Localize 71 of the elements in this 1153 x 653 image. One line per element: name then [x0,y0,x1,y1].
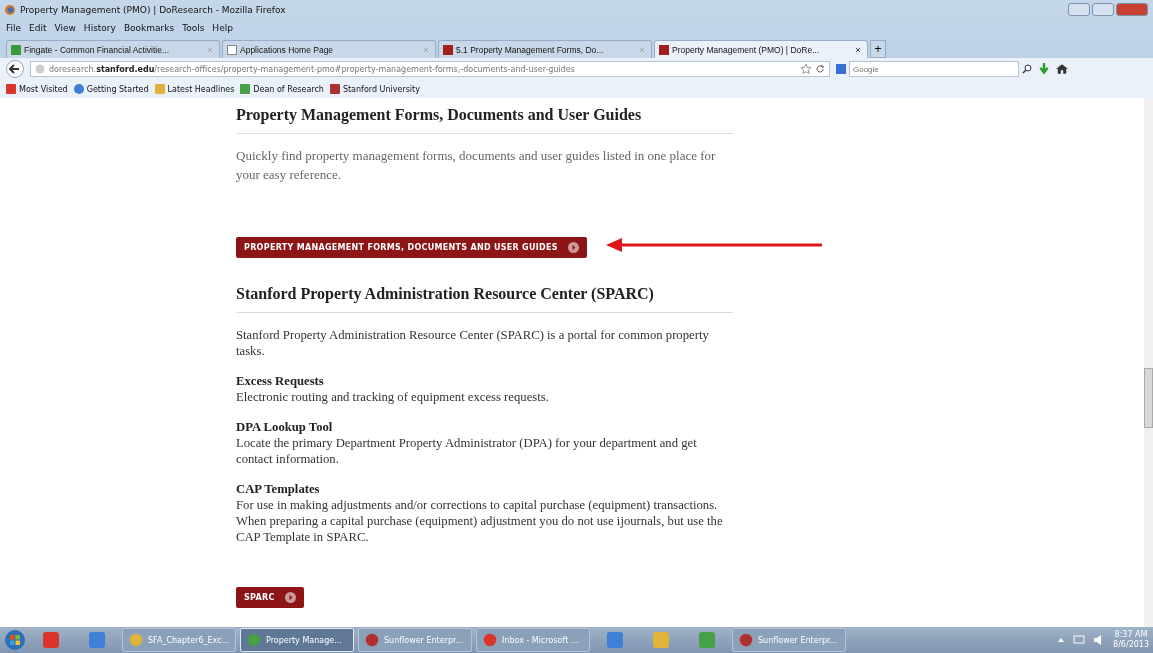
minimize-button[interactable] [1068,3,1090,16]
menu-item[interactable]: Tools [182,23,205,33]
site-logo-icon [659,44,669,55]
link-button[interactable]: SPARC [236,587,304,608]
browser-tab[interactable]: Fingate - Common Financial Activitie... [6,40,220,58]
site-logo-icon [443,44,453,55]
section-description: Stanford Property Administration Resource Center (SPARC) is a portal for common property tasks. [236,327,710,359]
browser-tab[interactable]: 5.1 Property Management Forms, Do... [438,40,652,58]
bookmark-icon [329,84,340,94]
browser-tab[interactable]: Property Management (PMO) | DoRe... [654,40,868,58]
menu-item[interactable]: History [83,23,116,33]
item-description: Electronic routing and tracking of equipment excess requests. [236,389,550,405]
firefox-icon [5,4,15,15]
clock-time: 8:37 AM [1114,630,1148,640]
menu-item[interactable]: Edit [29,23,47,33]
star-icon[interactable] [801,64,811,74]
arrow-circle-icon [567,242,579,253]
app-icon [698,631,716,649]
item-title: CAP Templates [236,481,321,497]
address-bar[interactable]: doresearch.stanford.edu/research-offices/property-management-pmo#property-management-forms,-documents-and-user-guides [30,61,830,77]
menu-item[interactable]: Help [212,23,233,33]
bookmark-item[interactable]: Latest Headlines [154,84,235,94]
restore-button[interactable] [1092,3,1114,16]
taskbar-button[interactable]: Property Manage... [240,628,354,652]
bookmark-icon [6,84,16,94]
bookmark-icon [240,84,251,94]
clock-date: 8/6/2013 [1113,640,1149,650]
link-button[interactable]: PROPERTY MANAGEMENT FORMS, DOCUMENTS AND USER GUIDES [236,237,587,258]
blank-page-icon [227,44,237,55]
item-description: Locate the primary Department Property Administrator (DPA) for your department and get contact information. [236,435,698,467]
browser-tab[interactable]: Applications Home Page [222,40,436,58]
item-title: Excess Requests [236,373,325,389]
search-icon[interactable] [1022,64,1032,74]
item-title: DPA Lookup Tool [236,419,334,435]
home-icon[interactable] [1056,63,1068,75]
app-icon [42,631,60,649]
app-icon [739,633,753,647]
section-heading: Stanford Property Administration Resource Center (SPARC) [236,285,733,313]
bookmark-icon [154,84,165,94]
menu-item[interactable]: View [54,23,76,33]
app-icon [606,631,624,649]
bookmark-item[interactable]: Most Visited [6,84,68,94]
scrollbar-thumb[interactable] [1144,368,1153,428]
app-icon [483,633,497,647]
network-icon[interactable] [1073,634,1086,646]
scrollbar[interactable] [1144,98,1153,627]
start-button[interactable] [4,629,26,651]
bookmark-item[interactable]: Dean of Research [240,84,324,94]
window-title: Property Management (PMO) | DoResearch - Mozilla Firefox [20,4,286,15]
bookmark-item[interactable]: Stanford University [329,84,420,94]
show-hidden-icon[interactable] [1057,636,1066,644]
close-button[interactable] [1116,3,1148,16]
arrow-circle-icon [284,592,296,603]
new-tab-button[interactable]: + [870,40,886,58]
bookmark-icon [73,84,84,94]
app-icon [652,631,670,649]
menu-item[interactable]: Bookmarks [123,23,175,33]
app-icon [365,633,379,647]
download-arrow-icon[interactable] [1038,63,1050,75]
bookmark-item[interactable]: Getting Started [73,84,149,94]
s-logo-icon [11,44,21,55]
app-icon [129,633,143,647]
search-field[interactable]: Google [849,61,1019,77]
item-description: For use in making adjustments and/or corrections to capital purchase (equipment) transactions. When preparing a capital purchase (equipment) adjustment you do not use ijournals, but use the CAP Template in SPARC. [236,497,724,545]
section-heading: Property Management Forms, Documents and User Guides [236,106,733,134]
url-text: doresearch.stanford.edu/research-offices/property-management-pmo#property-management-forms,-documents-and-user-guides [49,64,575,74]
app-icon [88,631,106,649]
app-icon [247,633,261,647]
reload-icon[interactable] [815,64,825,74]
section-description: Quickly find property management forms, documents and user guides listed in one place for your easy reference. [236,147,717,184]
menu-item[interactable]: File [6,23,22,33]
